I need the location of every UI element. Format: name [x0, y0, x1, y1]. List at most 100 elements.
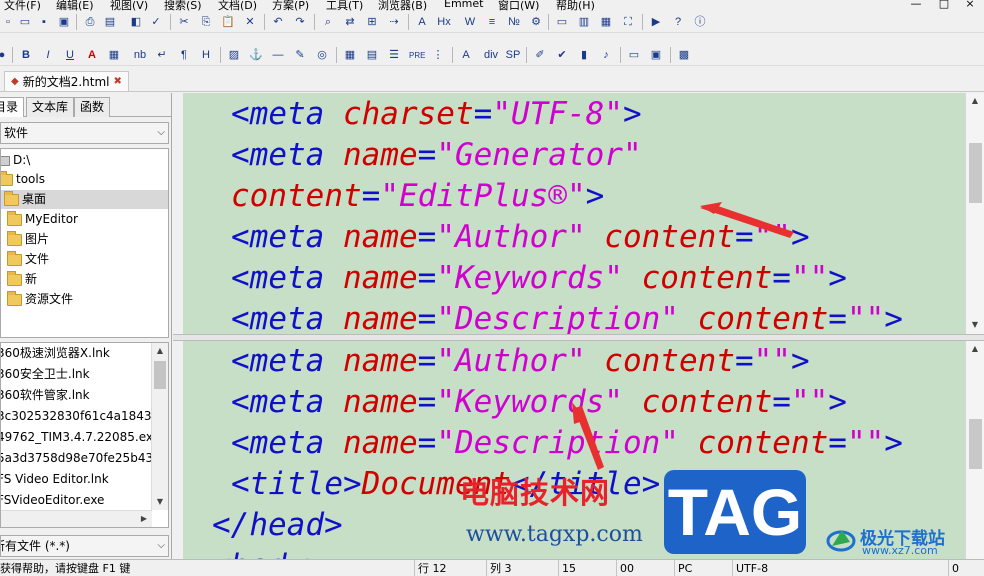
column-select-icon[interactable]: ≡: [484, 14, 500, 30]
menu-search[interactable]: 搜索(S): [164, 0, 202, 11]
font-icon[interactable]: A: [414, 14, 430, 30]
scroll-down-icon[interactable]: ▼: [967, 317, 983, 333]
menu-view[interactable]: 视图(V): [110, 0, 148, 11]
file-item[interactable]: 5a3d3758d98e70fe25b43a0: [1, 448, 168, 469]
menu-window[interactable]: 窗口(W): [498, 0, 539, 11]
save-icon[interactable]: ▪: [36, 14, 52, 30]
replace-icon[interactable]: ⇄: [342, 14, 358, 30]
music-icon[interactable]: ♪: [598, 47, 614, 63]
scroll-down-icon[interactable]: ▼: [152, 494, 168, 510]
hex-view-icon[interactable]: Hx: [436, 14, 452, 30]
goto-line-icon[interactable]: ⇢: [386, 14, 402, 30]
video-icon[interactable]: ▮: [576, 47, 592, 63]
ftp-icon[interactable]: ▩: [676, 47, 692, 63]
validate-icon[interactable]: ✔: [554, 47, 570, 63]
pane-splitter[interactable]: [173, 334, 984, 341]
preferences-icon[interactable]: ⚙: [528, 14, 544, 30]
font-tag-icon[interactable]: A: [458, 47, 474, 63]
print-preview-icon[interactable]: ▤: [102, 14, 118, 30]
font-color-button[interactable]: A: [84, 47, 100, 63]
paste-icon[interactable]: 📋: [220, 14, 236, 30]
scroll-up-icon[interactable]: ▲: [152, 343, 168, 359]
menu-tools[interactable]: 工具(T): [326, 0, 363, 11]
italic-button[interactable]: I: [40, 47, 56, 63]
file-item[interactable]: 360软件管家.lnk: [1, 385, 90, 406]
hr-icon[interactable]: ―: [270, 47, 286, 63]
editor-top-scrollbar[interactable]: ▲ ▼: [965, 93, 984, 334]
folder-combo[interactable]: 软件 ⌵: [0, 122, 169, 144]
menu-help[interactable]: 帮助(H): [556, 0, 595, 11]
help-icon[interactable]: ?: [670, 14, 686, 30]
form-icon[interactable]: ▤: [364, 47, 380, 63]
close-button[interactable]: ×: [962, 0, 978, 11]
copy-icon[interactable]: ⎘: [198, 14, 214, 30]
status-encoding[interactable]: UTF-8: [732, 560, 948, 576]
restore-button[interactable]: □: [936, 0, 952, 11]
scroll-thumb[interactable]: [154, 361, 166, 389]
file-item[interactable]: 3c302532830f61c4a1843616: [1, 406, 168, 427]
close-tab-icon[interactable]: ✖: [114, 76, 122, 87]
file-list-scrollbar[interactable]: ▲ ▼: [151, 343, 168, 510]
file-item[interactable]: FSVideoEditor.exe: [1, 490, 104, 511]
menu-emmet[interactable]: Emmet: [444, 0, 483, 10]
menu-edit[interactable]: 编辑(E): [56, 0, 94, 11]
preview-icon[interactable]: ◧: [128, 14, 144, 30]
cascade-icon[interactable]: ▦: [598, 14, 614, 30]
file-item[interactable]: 49762_TIM3.4.7.22085.exe: [1, 427, 160, 448]
new-file-icon[interactable]: ▫: [0, 14, 16, 30]
table-icon[interactable]: ▦: [342, 47, 358, 63]
indent-icon[interactable]: ⋮: [430, 47, 446, 63]
browser-icon[interactable]: ●: [0, 47, 10, 63]
paragraph-button[interactable]: ¶: [176, 47, 192, 63]
delete-icon[interactable]: ✕: [242, 14, 258, 30]
template-icon[interactable]: ▣: [648, 47, 664, 63]
status-line-ending[interactable]: PC: [674, 560, 732, 576]
find-in-files-icon[interactable]: ⊞: [364, 14, 380, 30]
tree-item-folder[interactable]: tools: [1, 170, 45, 189]
frame-icon[interactable]: ▭: [626, 47, 642, 63]
tree-item-folder[interactable]: 文件: [7, 250, 49, 269]
open-folder-icon[interactable]: ▭: [17, 14, 33, 30]
menu-browser[interactable]: 浏览器(B): [378, 0, 427, 11]
scroll-up-icon[interactable]: ▲: [967, 93, 983, 109]
nbsp-button[interactable]: nb: [132, 47, 148, 63]
menu-document[interactable]: 文档(D): [218, 0, 257, 11]
code-area-top[interactable]: <meta charset="UTF-8"> <meta name="Gener…: [183, 93, 965, 334]
anchor-button[interactable]: ⚓: [248, 47, 264, 63]
color-picker-icon[interactable]: ▦: [106, 47, 122, 63]
eyedropper-icon[interactable]: ◎: [314, 47, 330, 63]
scroll-thumb[interactable]: [969, 419, 982, 469]
minimize-button[interactable]: —: [908, 0, 924, 11]
scroll-up-icon[interactable]: ▲: [967, 341, 983, 357]
pre-icon[interactable]: PRE: [408, 47, 425, 63]
print-icon[interactable]: ⎙: [82, 14, 98, 30]
fullscreen-icon[interactable]: ⛶: [620, 14, 636, 30]
tile-icon[interactable]: ▥: [576, 14, 592, 30]
file-list-hscrollbar[interactable]: ▶: [1, 510, 152, 527]
word-wrap-icon[interactable]: W: [462, 14, 478, 30]
tree-item-folder[interactable]: 图片: [7, 230, 49, 249]
tab-directory[interactable]: 目录: [0, 97, 25, 117]
script-icon[interactable]: ✐: [532, 47, 548, 63]
scroll-right-icon[interactable]: ▶: [136, 511, 152, 527]
bold-button[interactable]: B: [18, 47, 34, 63]
undo-icon[interactable]: ↶: [270, 14, 286, 30]
tree-item-folder[interactable]: 新: [7, 270, 37, 289]
tree-item-folder-selected[interactable]: 桌面: [1, 190, 168, 209]
file-item[interactable]: 360极速浏览器X.lnk: [1, 343, 110, 364]
line-break-button[interactable]: ↵: [154, 47, 170, 63]
redo-icon[interactable]: ↷: [292, 14, 308, 30]
tree-item-drive[interactable]: D:\: [1, 151, 30, 170]
file-item[interactable]: 360安全卫士.lnk: [1, 364, 90, 385]
about-icon[interactable]: ⓘ: [692, 14, 708, 30]
underline-button[interactable]: U: [62, 47, 78, 63]
tab-cliptext[interactable]: 文本库: [26, 97, 75, 117]
cut-icon[interactable]: ✂: [176, 14, 192, 30]
tree-item-folder[interactable]: MyEditor: [7, 210, 78, 229]
menu-file[interactable]: 文件(F): [4, 0, 41, 11]
heading-button[interactable]: H: [198, 47, 214, 63]
window-list-icon[interactable]: ▭: [554, 14, 570, 30]
line-number-icon[interactable]: №: [506, 14, 522, 30]
document-tab[interactable]: ◆ 新的文档2.html ✖: [4, 71, 129, 91]
file-filter-combo[interactable]: 所有文件 (*.*) ⌵: [0, 535, 169, 557]
